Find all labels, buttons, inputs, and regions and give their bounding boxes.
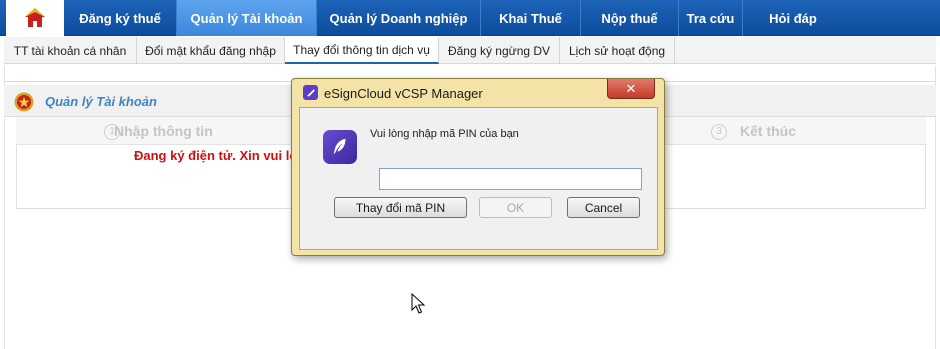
pin-input[interactable] bbox=[379, 168, 642, 190]
home-button[interactable] bbox=[6, 0, 64, 36]
step-1-label: Nhập thông tin bbox=[114, 123, 213, 139]
step-3-label: Kết thúc bbox=[740, 123, 796, 139]
nav-item-khai-thue[interactable]: Khai Thuế bbox=[481, 0, 581, 36]
tab-doi-mat-khau[interactable]: Đổi mật khẩu đăng nhập bbox=[137, 37, 285, 64]
close-icon: ✕ bbox=[625, 80, 637, 96]
ok-button[interactable]: OK bbox=[479, 197, 552, 218]
tab-lich-su-hoat-dong[interactable]: Lịch sử hoạt động bbox=[560, 37, 675, 64]
top-navigation: Đăng ký thuế Quản lý Tài khoản Quản lý D… bbox=[0, 0, 940, 36]
cancel-button[interactable]: Cancel bbox=[567, 197, 640, 218]
close-button[interactable]: ✕ bbox=[607, 79, 655, 99]
home-icon bbox=[25, 8, 45, 27]
section-title: Quản lý Tài khoản bbox=[45, 94, 157, 109]
pin-prompt: Vui lòng nhập mã PIN của bạn bbox=[370, 128, 519, 140]
dialog-title: eSignCloud vCSP Manager bbox=[324, 86, 483, 101]
tab-tt-tai-khoan-ca-nhan[interactable]: TT tài khoản cá nhân bbox=[4, 37, 137, 64]
dialog-body: Vui lòng nhập mã PIN của bạn Thay đổi mã… bbox=[299, 107, 658, 250]
nav-item-dang-ky-thue[interactable]: Đăng ký thuế bbox=[64, 0, 177, 36]
sub-navigation: TT tài khoản cá nhân Đổi mật khẩu đăng n… bbox=[4, 37, 936, 64]
national-emblem-icon bbox=[14, 92, 34, 112]
nav-item-quan-ly-doanh-nghiep[interactable]: Quản lý Doanh nghiệp bbox=[317, 0, 481, 36]
tab-thay-doi-thong-tin-dich-vu[interactable]: Thay đổi thông tin dịch vụ bbox=[285, 37, 439, 64]
warning-message: Đang ký điện tử. Xin vui lòng bbox=[134, 148, 294, 163]
nav-item-nop-thue[interactable]: Nộp thuế bbox=[581, 0, 679, 36]
pin-dialog: eSignCloud vCSP Manager ✕ Vui lòng nhập … bbox=[291, 78, 665, 256]
esigncloud-icon bbox=[303, 85, 318, 100]
feather-pen-icon bbox=[323, 130, 357, 164]
nav-item-quan-ly-tai-khoan[interactable]: Quản lý Tài khoản bbox=[177, 0, 317, 36]
mouse-pointer-icon bbox=[411, 293, 425, 314]
change-pin-button[interactable]: Thay đổi mã PIN bbox=[334, 197, 467, 218]
tab-dang-ky-ngung-dv[interactable]: Đăng ký ngừng DV bbox=[439, 37, 560, 64]
step-3-number: 3 bbox=[711, 124, 727, 140]
nav-item-hoi-dap[interactable]: Hỏi đáp bbox=[743, 0, 843, 36]
nav-item-tra-cuu[interactable]: Tra cứu bbox=[679, 0, 743, 36]
